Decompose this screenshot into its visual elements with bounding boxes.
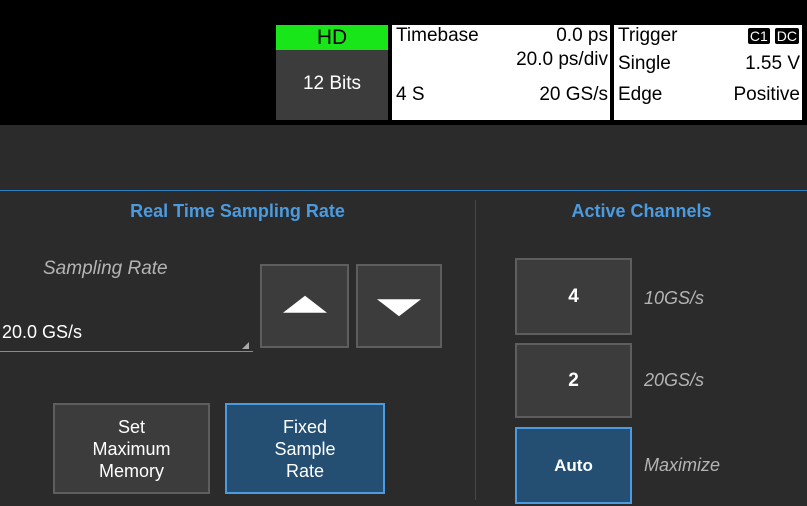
channels-auto-desc: Maximize <box>644 455 721 475</box>
field-underline <box>0 351 253 352</box>
trigger-level: 1.55 V <box>745 53 800 74</box>
timebase-segments: 4 S <box>396 84 425 105</box>
timebase-descriptor[interactable]: Timebase 0.0 ps 20.0 ps/div 4 S 20 GS/s <box>392 25 610 120</box>
trigger-type: Edge <box>618 84 663 105</box>
channels-2-button[interactable]: 2 <box>515 343 632 418</box>
channels-2-desc: 20GS/s <box>644 370 705 390</box>
sampling-rate-label: Sampling Rate <box>43 258 168 279</box>
sampling-rate-field[interactable]: 20.0 GS/s <box>0 316 253 352</box>
trigger-label: Trigger <box>618 25 678 46</box>
set-max-memory-button[interactable]: Set Maximum Memory <box>53 403 210 494</box>
trigger-source-tags: C1 DC <box>744 25 800 47</box>
hd-badge[interactable]: HD <box>276 25 388 50</box>
trigger-descriptor[interactable]: Trigger C1 DC Single 1.55 V Edge Positive <box>614 25 802 120</box>
sampling-rate-value: 20.0 GS/s <box>2 322 83 342</box>
channels-section-title: Active Channels <box>571 201 712 221</box>
trigger-source-tag: C1 <box>746 26 771 45</box>
trigger-coupling-tag: DC <box>773 26 800 45</box>
channels-4-desc: 10GS/s <box>644 288 705 308</box>
resize-corner-icon <box>242 342 249 349</box>
timebase-sample-rate: 20 GS/s <box>539 84 608 105</box>
resolution-bits[interactable]: 12 Bits <box>276 50 388 120</box>
channels-2-label: 2 <box>568 369 579 391</box>
fixed-sample-rate-button[interactable]: Fixed Sample Rate <box>225 403 385 494</box>
dialog-tab-band <box>0 125 807 191</box>
set-max-memory-label: Set Maximum Memory <box>92 416 171 481</box>
timebase-per-div: 20.0 ps/div <box>516 49 608 70</box>
channels-auto-label: Auto <box>554 455 593 475</box>
timebase-delay: 0.0 ps <box>556 25 608 46</box>
rate-down-button[interactable] <box>356 264 442 348</box>
channels-auto-button[interactable]: Auto <box>515 427 632 504</box>
sampling-section-title: Real Time Sampling Rate <box>130 201 345 221</box>
arrow-up-icon <box>282 295 327 313</box>
trigger-mode: Single <box>618 53 671 74</box>
trigger-slope: Positive <box>733 84 800 105</box>
fixed-sample-rate-label: Fixed Sample Rate <box>274 416 336 481</box>
channels-4-label: 4 <box>568 285 579 307</box>
timebase-label: Timebase <box>396 25 479 46</box>
arrow-down-icon <box>377 299 421 317</box>
section-divider <box>475 200 476 500</box>
channels-4-button[interactable]: 4 <box>515 258 632 335</box>
rate-up-button[interactable] <box>260 264 349 348</box>
